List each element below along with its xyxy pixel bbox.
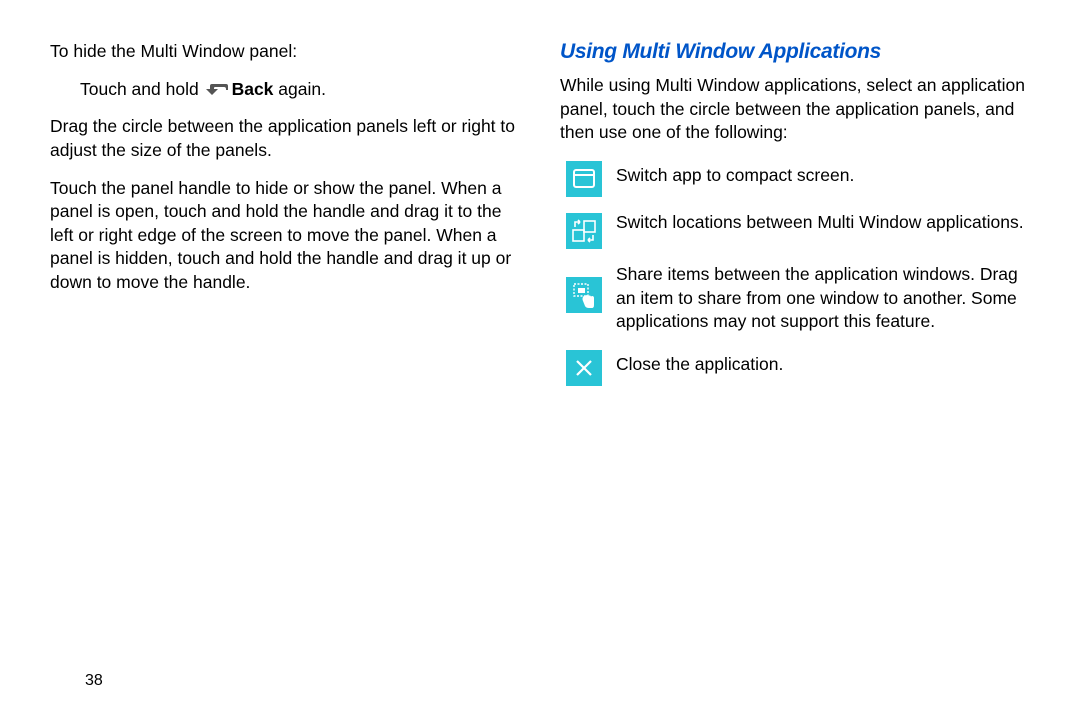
action-close-app: Close the application. [566,348,1030,386]
action-switch-locations: Switch locations between Multi Window ap… [566,211,1030,249]
hide-panel-intro: To hide the Multi Window panel: [50,40,520,64]
action-text: Share items between the application wind… [616,263,1030,334]
close-icon [566,350,602,386]
action-text: Close the application. [616,348,1030,377]
action-text: Switch locations between Multi Window ap… [616,211,1030,235]
action-compact-screen: Switch app to compact screen. [566,159,1030,197]
touch-hold-back: Touch and hold Back again. [50,78,520,102]
switch-locations-icon [566,213,602,249]
action-share-items: Share items between the application wind… [566,263,1030,334]
action-text: Switch app to compact screen. [616,159,1030,188]
right-column: Using Multi Window Applications While us… [560,40,1030,400]
panel-handle-para: Touch the panel handle to hide or show t… [50,177,520,295]
page-number: 38 [85,672,103,690]
compact-screen-icon [566,161,602,197]
left-column: To hide the Multi Window panel: Touch an… [50,40,520,400]
section-heading: Using Multi Window Applications [560,40,1030,64]
section-intro: While using Multi Window applications, s… [560,74,1030,145]
share-items-icon [566,277,602,313]
back-icon [206,82,230,98]
drag-circle-para: Drag the circle between the application … [50,115,520,162]
